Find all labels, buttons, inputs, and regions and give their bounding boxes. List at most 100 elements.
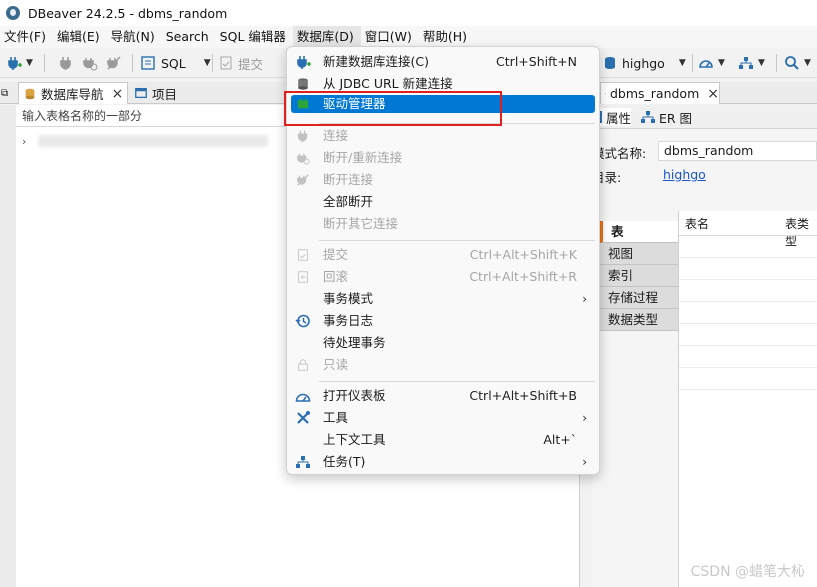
- menu-item-reconnect[interactable]: 断开/重新连接: [287, 147, 599, 169]
- category-data-types[interactable]: 数据类型: [600, 309, 678, 331]
- close-icon[interactable]: ×: [112, 86, 124, 102]
- schema-icon: [605, 93, 606, 94]
- commit-button-label: 提交: [238, 56, 264, 72]
- menu-item-context-tools[interactable]: 上下文工具 Alt+`: [287, 429, 599, 451]
- menu-item-shortcut: Ctrl+Alt+Shift+K: [469, 247, 577, 262]
- rollback-icon: [295, 269, 311, 285]
- menu-item-tasks[interactable]: 任务(T) ›: [287, 451, 599, 473]
- tools-icon: [295, 410, 311, 426]
- catalog-link[interactable]: highgo: [663, 167, 706, 182]
- menu-item-label: 断开/重新连接: [323, 150, 403, 165]
- category-procedures[interactable]: 存储过程: [600, 287, 678, 309]
- tab-label: 属性: [606, 110, 632, 126]
- navigator-filter-input[interactable]: [16, 105, 316, 127]
- menu-file[interactable]: 文件(F): [0, 26, 53, 48]
- commit-icon: [295, 247, 311, 263]
- menu-item-rollback[interactable]: 回滚 Ctrl+Alt+Shift+R: [287, 266, 599, 288]
- sql-editor-button[interactable]: SQL ▼: [140, 54, 211, 72]
- menu-item-label: 上下文工具: [323, 432, 386, 447]
- tab-label: dbms_random: [609, 86, 700, 101]
- menu-item-disconnect-others[interactable]: 断开其它连接: [287, 213, 599, 235]
- active-connection-selector[interactable]: highgo ▼: [602, 54, 686, 72]
- database-connection-icon: [605, 57, 615, 69]
- menu-item-pending-transactions[interactable]: 待处理事务: [287, 332, 599, 354]
- menu-help[interactable]: 帮助(H): [419, 26, 474, 48]
- tasks-button[interactable]: ▼: [738, 54, 765, 72]
- grid-row-line: [679, 367, 817, 368]
- chevron-down-icon: ▼: [26, 58, 33, 68]
- menu-item-label: 打开仪表板: [323, 388, 386, 403]
- search-icon: [785, 56, 799, 70]
- menu-search[interactable]: Search: [162, 26, 216, 48]
- menu-item-read-only[interactable]: 只读: [287, 354, 599, 376]
- plug-icon: [295, 128, 311, 144]
- tab-database-navigator[interactable]: 数据库导航 ×: [18, 82, 128, 104]
- dbeaver-logo-icon: [6, 6, 20, 20]
- dashboard-button[interactable]: ▼: [698, 54, 725, 72]
- menu-item-label: 断开其它连接: [323, 216, 399, 231]
- tree-item-connection[interactable]: ›: [22, 133, 269, 149]
- tab-projects[interactable]: 项目: [132, 82, 202, 104]
- menu-database[interactable]: 数据库(D): [292, 26, 361, 48]
- search-button[interactable]: ▼: [784, 54, 811, 72]
- category-tables[interactable]: 表: [600, 221, 678, 243]
- new-connection-button[interactable]: ▼: [6, 54, 33, 72]
- disconnect-button[interactable]: [106, 54, 122, 72]
- toolbar-divider: [692, 54, 693, 72]
- disconnect-icon: [295, 172, 311, 188]
- menu-item-shortcut: Alt+`: [543, 432, 577, 447]
- commit-icon: [220, 56, 232, 70]
- menu-item-transaction-log[interactable]: 事务日志: [287, 310, 599, 332]
- column-header-table-name[interactable]: 表名: [685, 215, 709, 232]
- minimize-panel-icon[interactable]: ⧉: [0, 82, 18, 104]
- commit-button[interactable]: 提交: [218, 54, 263, 72]
- grid-row-line: [679, 301, 817, 302]
- active-connection-label: highgo: [622, 55, 665, 71]
- menu-item-transaction-mode[interactable]: 事务模式 ›: [287, 288, 599, 310]
- menu-item-disconnect[interactable]: 断开连接: [287, 169, 599, 191]
- category-indexes[interactable]: 索引: [600, 265, 678, 287]
- chevron-down-icon: ▼: [758, 58, 765, 68]
- chevron-down-icon: ▼: [678, 58, 686, 68]
- category-views[interactable]: 视图: [600, 243, 678, 265]
- menu-navigate[interactable]: 导航(N): [107, 26, 162, 48]
- column-header-table-type[interactable]: 表类型: [785, 215, 817, 249]
- reconnect-button[interactable]: [82, 54, 98, 72]
- tab-er-diagram[interactable]: ER 图: [640, 108, 692, 126]
- menu-edit[interactable]: 编辑(E): [53, 26, 107, 48]
- sql-file-icon: [141, 56, 155, 70]
- database-icon: [295, 76, 311, 92]
- lock-icon: [295, 357, 311, 373]
- chevron-right-icon[interactable]: ›: [22, 135, 26, 148]
- chevron-down-icon: ▼: [804, 58, 811, 68]
- schema-editor-panel: 属性 ER 图 模式名称: dbms_random 目录: highgo 表 视…: [592, 105, 817, 587]
- csdn-watermark: CSDN @蜡笔大杺: [690, 564, 805, 580]
- project-icon: [135, 87, 147, 99]
- menu-item-new-connection[interactable]: 新建数据库连接(C) Ctrl+Shift+N: [287, 51, 599, 73]
- chevron-right-icon: ›: [582, 455, 587, 469]
- sql-button-label: SQL: [161, 55, 186, 71]
- history-icon: [295, 313, 311, 329]
- menu-item-label: 事务模式: [323, 291, 374, 306]
- menu-window[interactable]: 窗口(W): [361, 26, 419, 48]
- menu-item-open-dashboard[interactable]: 打开仪表板 Ctrl+Alt+Shift+B: [287, 385, 599, 407]
- menu-item-commit[interactable]: 提交 Ctrl+Alt+Shift+K: [287, 244, 599, 266]
- reconnect-icon: [295, 150, 311, 166]
- menu-item-disconnect-all[interactable]: 全部断开: [287, 191, 599, 213]
- menu-item-shortcut: Ctrl+Shift+N: [496, 54, 577, 69]
- menu-item-label: 全部断开: [323, 194, 374, 209]
- close-icon[interactable]: ×: [707, 86, 719, 102]
- object-category-list: 表 视图 索引 存储过程 数据类型: [600, 221, 678, 331]
- restore-icon: ⧉: [1, 87, 9, 99]
- menu-item-connect[interactable]: 连接: [287, 125, 599, 147]
- schema-name-field[interactable]: dbms_random: [658, 141, 817, 161]
- menu-item-tools[interactable]: 工具 ›: [287, 407, 599, 429]
- tab-dbms-random[interactable]: dbms_random ×: [600, 82, 720, 104]
- menu-sql-editor[interactable]: SQL 编辑器: [216, 26, 293, 48]
- menu-item-label: 事务日志: [323, 313, 374, 328]
- menu-item-label: 任务(T): [323, 454, 366, 469]
- connect-button[interactable]: [58, 54, 74, 72]
- grid-row-line: [679, 389, 817, 390]
- annotation-highlight-box: [284, 91, 502, 126]
- toolbar-divider: [44, 54, 45, 72]
